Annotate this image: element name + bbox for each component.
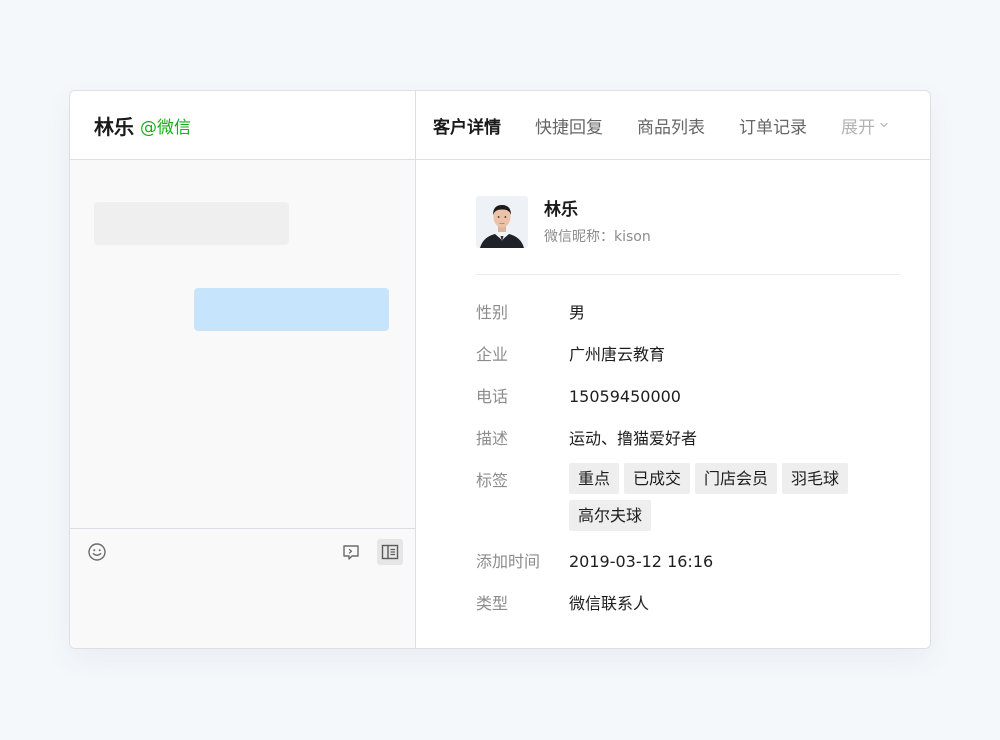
field-row-added-time: 添加时间 2019-03-12 16:16 [476, 550, 906, 573]
field-value-phone: 15059450000 [569, 387, 681, 406]
tab-order-records[interactable]: 订单记录 [739, 113, 807, 138]
tabs-expand-label: 展开 [841, 117, 875, 138]
field-label: 电话 [476, 387, 509, 406]
tag-chip[interactable]: 高尔夫球 [569, 500, 652, 531]
tabs-expand-button[interactable]: 展开 [841, 113, 889, 138]
customer-fields: 性别 男 企业 广州唐云教育 电话 15059450000 描述 运动、撸猫爱好… [476, 301, 906, 634]
tag-chip[interactable]: 门店会员 [695, 463, 778, 494]
panel-tabs: 客户详情 快捷回复 商品列表 订单记录 展开 [416, 91, 930, 160]
field-value-description: 运动、撸猫爱好者 [569, 429, 698, 448]
field-label: 描述 [476, 429, 509, 448]
field-label: 标签 [476, 471, 509, 490]
customer-profile: 林乐 微信昵称：kison [476, 196, 651, 248]
chat-header: 林乐 @微信 [70, 91, 415, 160]
tab-customer-details[interactable]: 客户详情 [433, 113, 501, 138]
field-label: 添加时间 [476, 552, 541, 571]
field-label: 类型 [476, 594, 509, 613]
chat-contact-name: 林乐 [94, 114, 134, 139]
emoji-icon[interactable] [84, 539, 110, 565]
field-label: 性别 [476, 303, 509, 322]
customer-name: 林乐 [544, 199, 578, 220]
tab-product-list[interactable]: 商品列表 [637, 113, 705, 138]
field-value-company: 广州唐云教育 [569, 345, 666, 364]
chat-window: 林乐 @微信 客户详情 快捷回复 商品列表 订单记录 展开 林乐 微信昵称：ki… [69, 90, 931, 649]
field-row-company: 企业 广州唐云教育 [476, 343, 906, 366]
field-row-gender: 性别 男 [476, 301, 906, 324]
tag-chip[interactable]: 已成交 [624, 463, 691, 494]
avatar[interactable] [476, 196, 528, 248]
customer-panel: 客户详情 快捷回复 商品列表 订单记录 展开 林乐 微信昵称：kison 性别 … [416, 91, 930, 648]
field-value-type: 微信联系人 [569, 594, 650, 613]
field-row-phone: 电话 15059450000 [476, 385, 906, 408]
tag-list: 重点 已成交 门店会员 羽毛球 高尔夫球 [569, 463, 889, 537]
field-row-description: 描述 运动、撸猫爱好者 [476, 427, 906, 450]
divider [476, 274, 900, 275]
field-label: 企业 [476, 345, 509, 364]
chat-quote-icon[interactable] [338, 539, 364, 565]
field-row-tags: 标签 重点 已成交 门店会员 羽毛球 高尔夫球 [476, 463, 906, 537]
field-value-gender: 男 [569, 303, 586, 322]
field-row-type: 类型 微信联系人 [476, 592, 906, 615]
customer-nickname: 微信昵称：kison [544, 228, 651, 245]
message-composer[interactable] [70, 528, 415, 648]
chevron-down-icon [880, 122, 888, 128]
incoming-message-bubble[interactable] [94, 202, 289, 245]
tab-quick-reply[interactable]: 快捷回复 [535, 113, 603, 138]
field-value-added-time: 2019-03-12 16:16 [569, 552, 714, 571]
outgoing-message-bubble[interactable] [194, 288, 389, 331]
conversation-pane: 林乐 @微信 [70, 91, 416, 648]
tag-chip[interactable]: 重点 [569, 463, 620, 494]
tag-chip[interactable]: 羽毛球 [782, 463, 849, 494]
chat-contact-source: @微信 [140, 117, 191, 138]
side-panel-icon[interactable] [377, 539, 403, 565]
